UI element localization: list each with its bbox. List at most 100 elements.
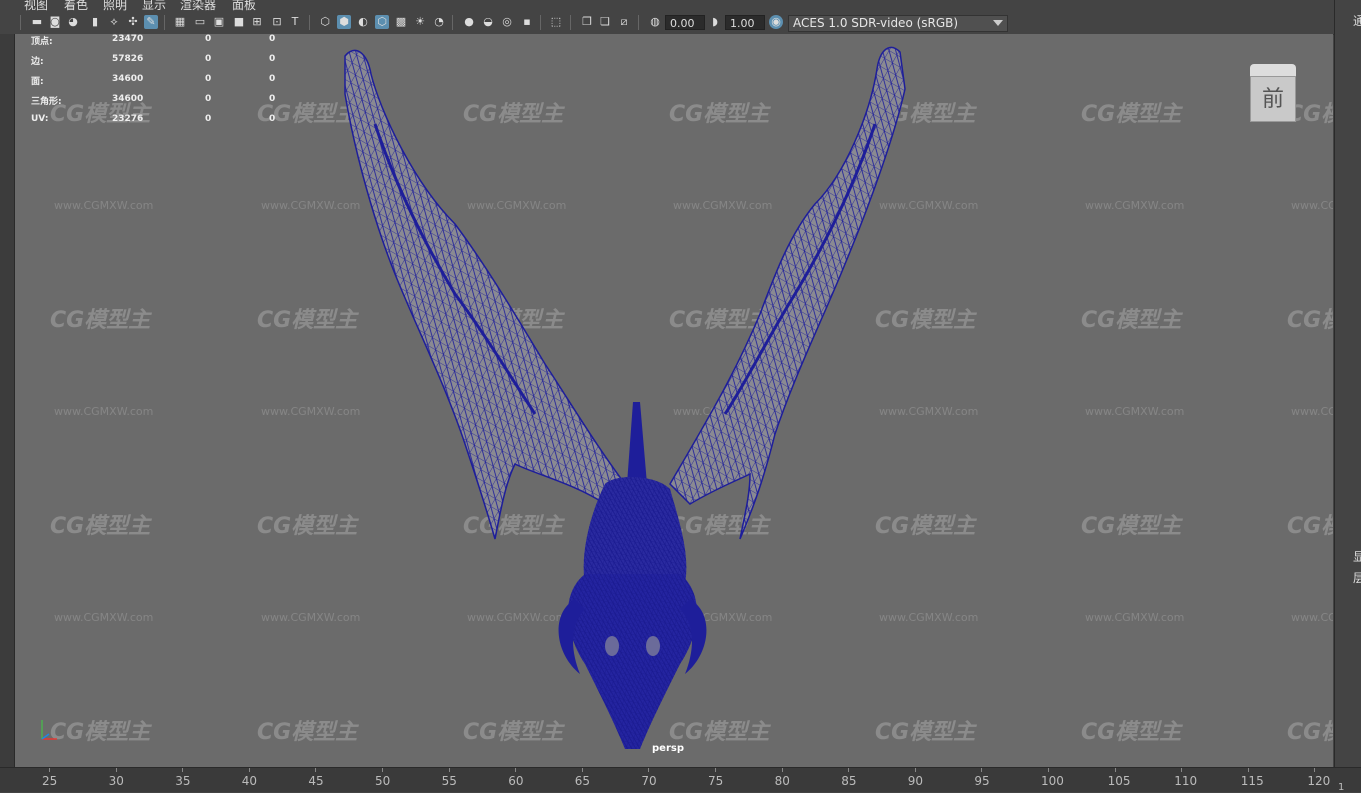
timeline-tick-mark — [382, 768, 383, 772]
timeline-tick-label: 55 — [441, 774, 457, 788]
shadows-icon[interactable]: ◔ — [432, 15, 446, 29]
viewport-toolbar: ▬ ◙ ◕ ▮ ⟡ ✣ ✎ ▦ ▭ ▣ ■ ⊞ ⊡ T ⬡ ⬢ ◐ ⬡ ▩ ☀ … — [0, 12, 1335, 35]
left-scroll-strip — [0, 34, 15, 767]
lights-icon[interactable]: ☀ — [413, 15, 427, 29]
menu-renderer[interactable]: 渲染器 — [180, 0, 216, 12]
wireframe-icon[interactable]: ⬡ — [318, 15, 332, 29]
film-gate-icon[interactable]: ▭ — [193, 15, 207, 29]
gamma-field[interactable]: 1.00 — [725, 15, 765, 30]
time-slider[interactable]: 25 30 35 40 45 50 55 60 65 70 75 80 85 90 95 100 105 110 1… — [0, 767, 1361, 793]
head-spike — [627, 402, 647, 484]
camera-attributes-icon[interactable]: ◙ — [48, 15, 62, 29]
anti-aliasing-icon[interactable]: ◎ — [500, 15, 514, 29]
wireframe-on-shaded-icon[interactable]: ⬡ — [375, 15, 389, 29]
field-chart-icon[interactable]: ⊞ — [250, 15, 264, 29]
current-frame: 1 — [1338, 782, 1345, 793]
grid-icon[interactable]: ▦ — [173, 15, 187, 29]
hud-value: 0 — [205, 114, 212, 124]
hud-value: 57826 — [112, 54, 144, 64]
hud-value: 0 — [269, 34, 276, 44]
view-cube-front-face[interactable]: 前 — [1250, 76, 1296, 122]
panel-label[interactable]: 层 — [1353, 569, 1361, 586]
xray-components-icon[interactable]: ⧄ — [617, 15, 631, 29]
timeline-tick-label: 75 — [708, 774, 724, 788]
timeline-tick-mark — [581, 768, 583, 772]
timeline-tick-label: 45 — [308, 774, 324, 788]
timeline-tick-mark — [648, 768, 650, 772]
timeline-tick-label: 70 — [641, 774, 657, 788]
timeline-tick-label: 90 — [907, 774, 924, 788]
grease-pencil-icon[interactable]: ✣ — [126, 15, 140, 29]
color-management-icon[interactable]: ◉ — [769, 15, 783, 29]
timeline-tick-mark — [182, 768, 184, 772]
timeline-tick-mark — [848, 768, 850, 772]
textured-icon[interactable]: ▩ — [394, 15, 408, 29]
timeline-tick-mark — [515, 768, 517, 772]
dragon-wireframe-model[interactable] — [15, 34, 1333, 767]
menu-lighting[interactable]: 照明 — [103, 0, 127, 12]
timeline-tick-label: 95 — [974, 774, 990, 788]
timeline-tick-mark — [1247, 768, 1249, 772]
smooth-shade-icon[interactable]: ⬢ — [337, 15, 351, 29]
hud-value: 34600 — [112, 94, 144, 104]
panel-label[interactable]: 通 — [1353, 12, 1361, 29]
view-cube-top[interactable] — [1250, 64, 1296, 76]
hud-label: 三角形: — [31, 97, 62, 107]
timeline-tick-label: 85 — [841, 774, 857, 788]
safe-title-icon[interactable]: T — [288, 15, 302, 29]
xray-joints-icon[interactable]: ❏ — [598, 15, 612, 29]
3d-viewport[interactable]: CG模型主CG模型主CG模型主CG模型主CG模型主CG模型主CG模型主CG模型主… — [15, 34, 1333, 767]
default-material-icon[interactable]: ◐ — [356, 15, 370, 29]
hud-value: 0 — [205, 74, 212, 84]
2d-pan-zoom-icon[interactable]: ⟡ — [107, 15, 121, 29]
timeline-tick-label: 50 — [375, 774, 391, 788]
menu-panels[interactable]: 面板 — [232, 0, 256, 12]
isolate-select-icon[interactable]: ✎ — [144, 15, 158, 29]
exposure-icon[interactable]: ◍ — [648, 15, 662, 29]
timeline-tick-mark — [981, 768, 983, 772]
color-space-select[interactable]: ACES 1.0 SDR-video (sRGB) — [788, 15, 1008, 32]
toolbar-separator — [164, 15, 165, 30]
hud-label: UV: — [31, 114, 49, 124]
menu-show[interactable]: 显示 — [142, 0, 166, 12]
depth-of-field-icon[interactable]: ▪ — [520, 15, 534, 29]
select-tool-icon[interactable]: ⬚ — [549, 15, 563, 29]
menu-view[interactable]: 视图 — [24, 0, 48, 12]
image-plane-icon[interactable]: ▮ — [88, 15, 102, 29]
motion-blur-icon[interactable]: ◒ — [481, 15, 495, 29]
resolution-gate-icon[interactable]: ▣ — [212, 15, 226, 29]
timeline-tick-label: 110 — [1174, 774, 1198, 788]
hud-value: 0 — [269, 54, 276, 64]
hud-value: 0 — [205, 54, 212, 64]
exposure-field[interactable]: 0.00 — [665, 15, 705, 30]
screen-space-ao-icon[interactable]: ● — [462, 15, 476, 29]
timeline-tick-mark — [1114, 768, 1116, 772]
camera-name-label: persp — [652, 743, 684, 754]
bookmark-icon[interactable]: ◕ — [66, 15, 80, 29]
timeline-tick-label: 35 — [175, 774, 191, 788]
view-cube[interactable]: 前 — [1250, 64, 1296, 122]
timeline-tick-mark — [448, 768, 450, 772]
timeline-tick-mark — [248, 768, 250, 772]
timeline-tick-mark — [1048, 768, 1049, 772]
menu-shading[interactable]: 着色 — [64, 0, 88, 12]
right-side-panel: 通 显 层 — [1334, 0, 1361, 767]
hud-value: 0 — [269, 94, 276, 104]
select-camera-icon[interactable]: ▬ — [30, 15, 44, 29]
hud-label: 顶点: — [31, 37, 53, 47]
hud-value: 23470 — [112, 34, 144, 44]
timeline-tick-label: 60 — [508, 774, 524, 788]
safe-action-icon[interactable]: ⊡ — [270, 15, 284, 29]
panel-label[interactable]: 显 — [1353, 548, 1361, 565]
axis-gizmo — [41, 720, 57, 740]
gate-mask-icon[interactable]: ■ — [232, 15, 246, 29]
gamma-icon[interactable]: ◗ — [708, 15, 722, 29]
left-wing — [344, 49, 626, 540]
timeline-tick-label: 65 — [574, 774, 591, 788]
timeline-tick-mark — [1181, 768, 1183, 772]
color-space-value: ACES 1.0 SDR-video (sRGB) — [793, 16, 959, 30]
xray-icon[interactable]: ❐ — [580, 15, 594, 29]
hud-value: 0 — [269, 74, 276, 84]
right-wing — [669, 46, 906, 540]
timeline-tick-mark — [781, 768, 783, 772]
